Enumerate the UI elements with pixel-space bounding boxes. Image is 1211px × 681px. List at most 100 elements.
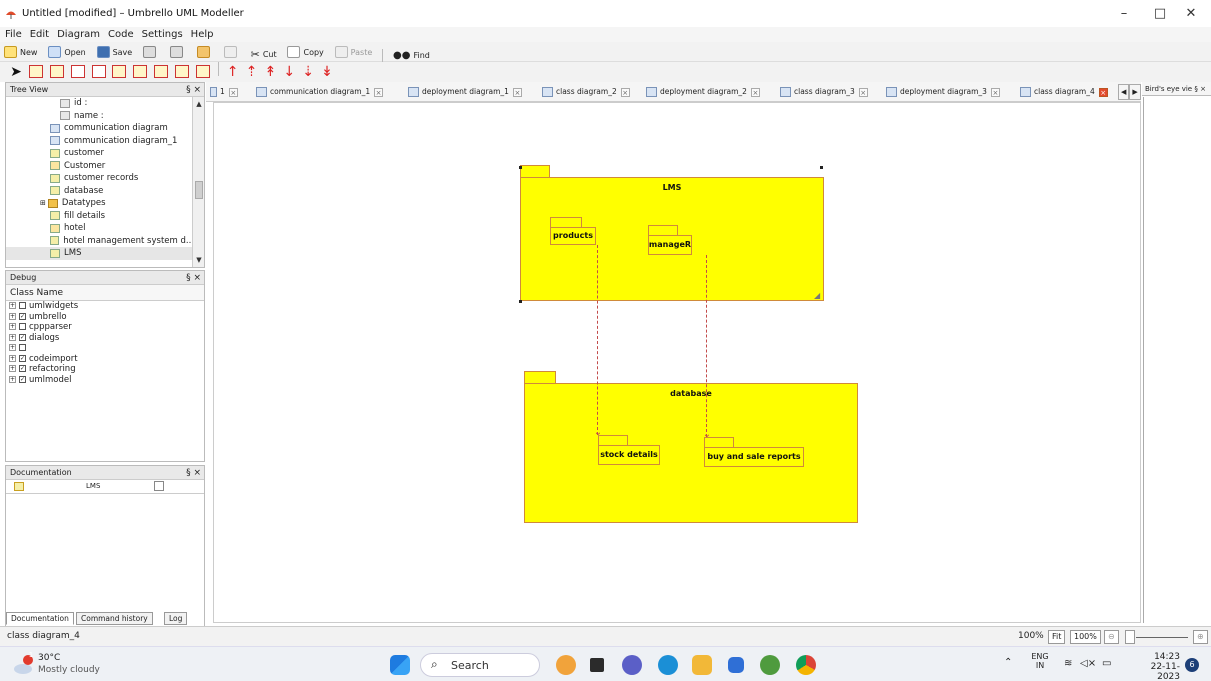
tree-item[interactable]: customer records [6,172,194,185]
temperature[interactable]: 30°C [38,653,60,663]
clock[interactable]: 14:23 22-11-2023 [1128,652,1180,681]
notification-badge[interactable]: 6 [1185,658,1199,672]
tree-item[interactable]: hotel management system d... [6,235,194,248]
expand-plus-icon[interactable]: + [9,344,16,351]
menu-diagram[interactable]: Diagram [52,27,103,42]
diagram-tab[interactable]: communication diagram_1 × [256,85,384,99]
tree-item[interactable]: name : [6,110,194,123]
file-explorer-icon[interactable] [692,655,712,675]
documentation-checkbox[interactable] [154,481,164,491]
expand-plus-icon[interactable]: + [9,354,16,362]
component-tool-icon[interactable] [70,65,85,78]
menu-file[interactable]: File [0,27,25,42]
diagram-canvas[interactable]: LMS ◢ products manageR database stock de… [213,102,1141,623]
copy-button[interactable]: Copy [283,42,327,62]
documentation-text-area[interactable] [6,494,204,612]
wifi-icon[interactable]: ≋ [1064,658,1072,669]
resize-grip-icon[interactable]: ◢ [814,291,820,300]
composition-arrow-icon[interactable]: ⇣ [301,64,315,80]
tree-item-selected[interactable]: LMS [6,247,194,260]
edge-browser-icon[interactable] [658,655,678,675]
menu-edit[interactable]: Edit [25,27,52,42]
scroll-down-icon[interactable]: ▼ [194,255,204,265]
tree-item[interactable]: id : [6,97,194,110]
birds-eye-view-panel[interactable] [1143,97,1211,623]
input-language[interactable]: ENG IN [1030,652,1050,670]
tree-item[interactable]: fill details [6,210,194,223]
zoom-out-icon[interactable]: ⊖ [1104,630,1119,644]
select-arrow-icon[interactable]: ➤ [9,64,23,80]
panel-float-close-icons[interactable]: § × [1194,85,1206,93]
debug-row[interactable]: + ✓ umbrello [6,312,204,323]
tab-log[interactable]: Log [164,612,188,625]
zoom-fit-button[interactable]: Fit [1048,630,1066,644]
zoom-in-icon[interactable]: ⊕ [1193,630,1208,644]
tab-command-history[interactable]: Command history [76,612,153,625]
print-preview-button[interactable] [166,42,190,62]
weather-description[interactable]: Mostly cloudy [38,665,100,675]
scroll-left-icon[interactable]: ◀ [1118,84,1130,100]
expand-plus-icon[interactable]: + [9,333,16,341]
menu-code[interactable]: Code [103,27,137,42]
chrome-browser-icon[interactable] [796,655,816,675]
widgets-icon[interactable] [556,655,576,675]
diagram-tab[interactable]: deployment diagram_2 × [646,85,760,99]
tree-item[interactable]: communication diagram_1 [6,135,194,148]
tree-item[interactable]: customer [6,147,194,160]
close-tab-icon[interactable]: × [750,87,760,97]
panel-float-close-icons[interactable]: § × [186,271,201,285]
tree-item[interactable]: database [6,185,194,198]
note-tool-icon[interactable] [175,65,189,78]
checkbox-unchecked[interactable] [19,344,26,351]
birds-eye-view-title[interactable]: Bird's eye vie § × [1142,82,1211,96]
checkbox-checked[interactable]: ✓ [19,312,26,320]
enum-tool-icon[interactable] [133,65,148,78]
zoom-slider-handle[interactable] [1125,630,1135,644]
database-package[interactable] [524,383,858,523]
expand-plus-icon[interactable]: + [9,365,16,372]
store-icon[interactable] [728,657,744,673]
tree-item[interactable]: communication diagram [6,122,194,135]
dependency-line-products-to-stock[interactable] [597,245,598,435]
diagram-tab[interactable]: deployment diagram_3 × [886,85,1000,99]
close-tab-icon[interactable]: × [512,87,522,97]
debug-row[interactable]: + ✓ refactoring [6,364,204,375]
expand-plus-icon[interactable]: + [9,312,16,320]
template-tool-icon[interactable] [195,65,210,78]
checkbox-checked[interactable]: ✓ [19,333,26,341]
paste-button[interactable]: Paste [331,42,377,62]
tree-item[interactable]: hotel [6,222,194,235]
association-arrow-icon[interactable]: ↑ [226,64,240,80]
tree-item[interactable]: ⊞ Datatypes [6,197,194,210]
menu-settings[interactable]: Settings [137,27,186,42]
close-tab-icon[interactable]: × [990,87,1000,97]
minimize-button[interactable]: – [1105,4,1143,24]
checkbox-checked[interactable]: ✓ [19,365,26,372]
close-tab-icon[interactable]: × [1098,87,1108,97]
zoom-100-button[interactable]: 100% [1070,630,1101,644]
checkbox-unchecked[interactable] [19,323,26,330]
save-button[interactable]: Save [93,42,137,62]
expand-plus-icon[interactable]: + [9,302,16,309]
checkbox-unchecked[interactable] [19,302,26,309]
print-button[interactable] [139,42,163,62]
close-tab-icon[interactable]: × [858,87,868,97]
scroll-up-icon[interactable]: ▲ [194,99,204,109]
debug-row[interactable]: + umlwidgets [6,301,204,312]
close-button[interactable]: ✕ [1172,4,1210,24]
redo-button[interactable] [220,42,244,62]
panel-float-close-icons[interactable]: § × [186,466,201,480]
selection-handle[interactable] [519,300,522,303]
scroll-right-icon[interactable]: ▶ [1129,84,1141,100]
generalization-arrow-icon[interactable]: ⇡ [245,64,259,80]
diagram-tab[interactable]: 1 × [210,85,238,99]
diagram-tab[interactable]: class diagram_3 × [780,85,868,99]
class-tool-icon[interactable] [28,65,43,78]
expand-plus-icon[interactable]: ⊞ [40,197,46,210]
close-tab-icon[interactable]: × [374,87,384,97]
tab-documentation[interactable]: Documentation [6,612,74,625]
tree-scrollbar[interactable]: ▲ ▼ [192,97,204,267]
aggregation-arrow-icon[interactable]: ↓ [282,64,296,80]
close-tab-icon[interactable]: × [620,87,630,97]
debug-row[interactable]: + ✓ umlmodel [6,375,204,386]
